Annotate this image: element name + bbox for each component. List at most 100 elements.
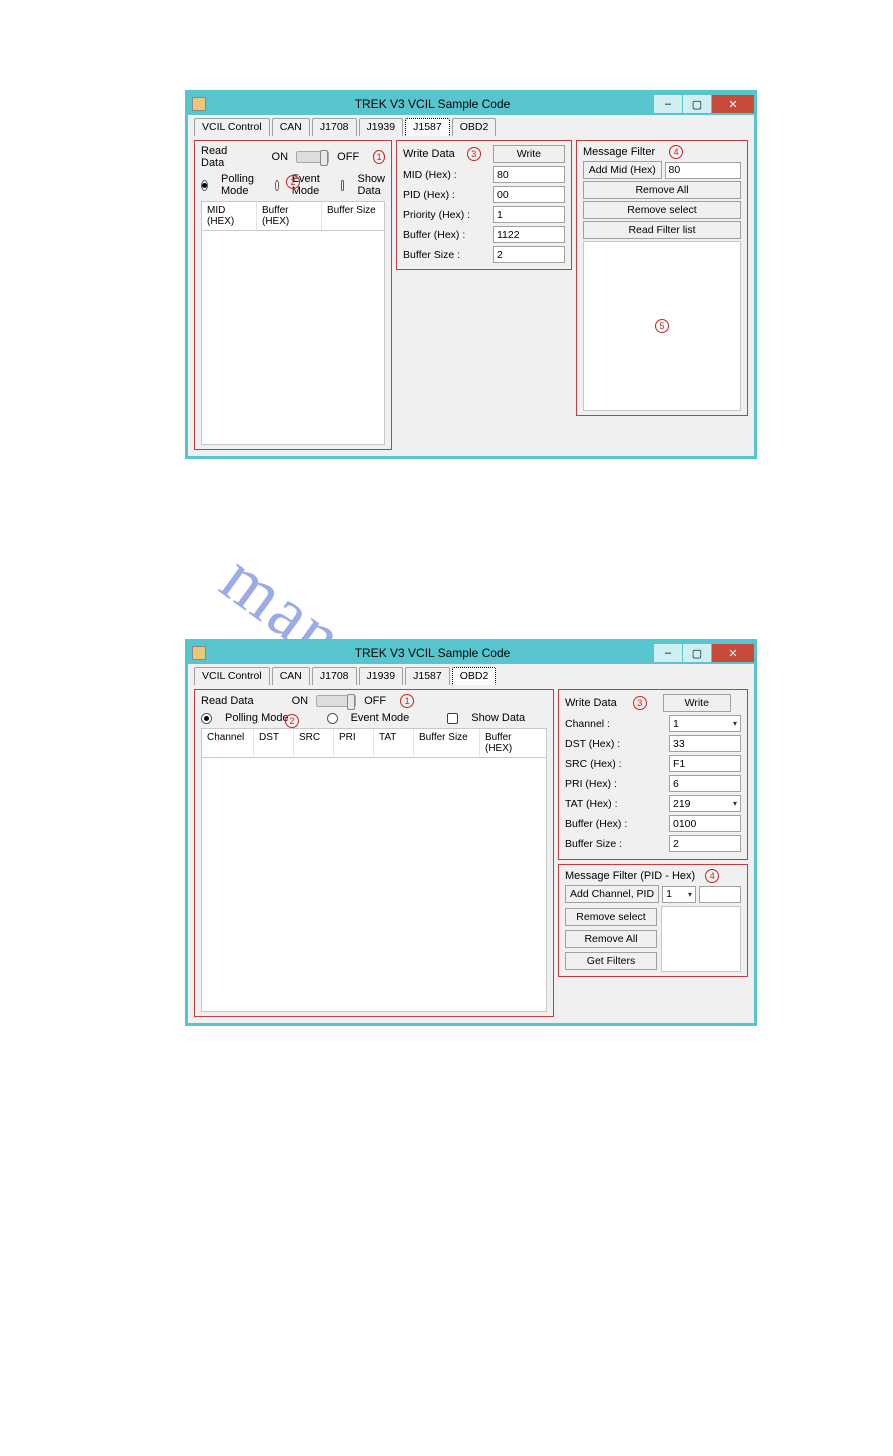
app-icon bbox=[192, 97, 206, 111]
read-list-body[interactable]: 2 bbox=[201, 231, 385, 445]
mid-input[interactable] bbox=[493, 166, 565, 183]
remove-all-button[interactable]: Remove All bbox=[565, 930, 657, 948]
message-filter-title: Message Filter bbox=[583, 146, 655, 158]
col-buffer-size[interactable]: Buffer Size bbox=[322, 202, 384, 230]
pri-label: PRI (Hex) : bbox=[565, 778, 669, 790]
read-data-label: Read Data bbox=[201, 145, 244, 169]
app-icon bbox=[192, 646, 206, 660]
buffer-size-label: Buffer Size : bbox=[403, 249, 493, 261]
tab-can[interactable]: CAN bbox=[272, 118, 310, 136]
tat-label: TAT (Hex) : bbox=[565, 798, 669, 810]
polling-mode-label: Polling Mode bbox=[221, 173, 254, 197]
buffer-label: Buffer (Hex) : bbox=[565, 818, 669, 830]
write-button[interactable]: Write bbox=[493, 145, 565, 163]
col-pri[interactable]: PRI bbox=[334, 729, 374, 757]
pid-input[interactable] bbox=[493, 186, 565, 203]
show-data-checkbox[interactable] bbox=[447, 713, 458, 724]
buffer-size-input[interactable] bbox=[493, 246, 565, 263]
tab-j1587[interactable]: J1587 bbox=[405, 667, 450, 685]
read-filter-list-button[interactable]: Read Filter list bbox=[583, 221, 741, 239]
add-mid-button[interactable]: Add Mid (Hex) bbox=[583, 161, 662, 179]
tat-select[interactable]: 219▾ bbox=[669, 795, 741, 812]
priority-label: Priority (Hex) : bbox=[403, 209, 493, 221]
annotation-1: 1 bbox=[400, 694, 414, 708]
filter-list[interactable] bbox=[661, 906, 741, 972]
titlebar[interactable]: TREK V3 VCIL Sample Code – ▢ ✕ bbox=[188, 642, 754, 664]
event-mode-label: Event Mode bbox=[351, 712, 410, 724]
tab-strip: VCIL Control CAN J1708 J1939 J1587 OBD2 bbox=[188, 664, 754, 685]
tab-j1939[interactable]: J1939 bbox=[359, 118, 404, 136]
remove-select-button[interactable]: Remove select bbox=[565, 908, 657, 926]
dst-input[interactable] bbox=[669, 735, 741, 752]
titlebar[interactable]: TREK V3 VCIL Sample Code – ▢ ✕ bbox=[188, 93, 754, 115]
polling-mode-radio[interactable] bbox=[201, 180, 208, 191]
col-buffer-size[interactable]: Buffer Size bbox=[414, 729, 480, 757]
close-button[interactable]: ✕ bbox=[712, 95, 754, 113]
src-input[interactable] bbox=[669, 755, 741, 772]
col-buffer-hex[interactable]: Buffer (HEX) bbox=[257, 202, 322, 230]
polling-mode-radio[interactable] bbox=[201, 713, 212, 724]
col-dst[interactable]: DST bbox=[254, 729, 294, 757]
priority-input[interactable] bbox=[493, 206, 565, 223]
chevron-down-icon: ▾ bbox=[688, 890, 692, 899]
tab-j1939[interactable]: J1939 bbox=[359, 667, 404, 685]
close-button[interactable]: ✕ bbox=[712, 644, 754, 662]
event-mode-radio[interactable] bbox=[275, 180, 279, 191]
read-data-label: Read Data bbox=[201, 695, 254, 707]
filter-channel-select[interactable]: 1▾ bbox=[662, 886, 696, 903]
chevron-down-icon: ▾ bbox=[733, 719, 737, 728]
annotation-5: 5 bbox=[655, 319, 669, 333]
tab-obd2[interactable]: OBD2 bbox=[452, 667, 497, 685]
col-mid[interactable]: MID (HEX) bbox=[202, 202, 257, 230]
add-mid-input[interactable] bbox=[665, 162, 742, 179]
annotation-1: 1 bbox=[373, 150, 385, 164]
col-channel[interactable]: Channel bbox=[202, 729, 254, 757]
tab-j1587[interactable]: J1587 bbox=[405, 118, 450, 136]
tab-vcil-control[interactable]: VCIL Control bbox=[194, 118, 270, 136]
remove-all-button[interactable]: Remove All bbox=[583, 181, 741, 199]
app-window-obd2: TREK V3 VCIL Sample Code – ▢ ✕ VCIL Cont… bbox=[185, 639, 757, 1026]
filter-list[interactable]: 5 bbox=[583, 241, 741, 411]
read-data-toggle[interactable] bbox=[316, 695, 356, 707]
annotation-2: 2 bbox=[285, 714, 299, 728]
show-data-checkbox[interactable] bbox=[341, 180, 345, 191]
minimize-button[interactable]: – bbox=[654, 644, 682, 662]
maximize-button[interactable]: ▢ bbox=[683, 95, 711, 113]
col-tat[interactable]: TAT bbox=[374, 729, 414, 757]
read-list-body[interactable]: 2 bbox=[201, 758, 547, 1012]
tab-can[interactable]: CAN bbox=[272, 667, 310, 685]
read-list-header: Channel DST SRC PRI TAT Buffer Size Buff… bbox=[201, 728, 547, 758]
remove-select-button[interactable]: Remove select bbox=[583, 201, 741, 219]
channel-select[interactable]: 1▾ bbox=[669, 715, 741, 732]
filter-pid-input[interactable] bbox=[699, 886, 741, 903]
read-data-toggle[interactable] bbox=[296, 151, 329, 163]
write-data-panel: Write Data 3 Write Channel :1▾ DST (Hex)… bbox=[558, 689, 748, 860]
minimize-button[interactable]: – bbox=[654, 95, 682, 113]
show-data-label: Show Data bbox=[471, 712, 525, 724]
dst-label: DST (Hex) : bbox=[565, 738, 669, 750]
buffer-size-input[interactable] bbox=[669, 835, 741, 852]
get-filters-button[interactable]: Get Filters bbox=[565, 952, 657, 970]
write-button[interactable]: Write bbox=[663, 694, 731, 712]
tab-j1708[interactable]: J1708 bbox=[312, 667, 357, 685]
window-title: TREK V3 VCIL Sample Code bbox=[212, 646, 653, 660]
off-label: OFF bbox=[364, 695, 386, 707]
annotation-3: 3 bbox=[467, 147, 481, 161]
annotation-3: 3 bbox=[633, 696, 647, 710]
maximize-button[interactable]: ▢ bbox=[683, 644, 711, 662]
buffer-input[interactable] bbox=[493, 226, 565, 243]
read-data-panel: Read Data ON OFF 1 Polling Mode Event Mo… bbox=[194, 140, 392, 450]
mid-label: MID (Hex) : bbox=[403, 169, 493, 181]
message-filter-title: Message Filter (PID - Hex) bbox=[565, 870, 695, 882]
pri-input[interactable] bbox=[669, 775, 741, 792]
buffer-input[interactable] bbox=[669, 815, 741, 832]
add-channel-pid-button[interactable]: Add Channel, PID bbox=[565, 885, 659, 903]
col-buffer-hex[interactable]: Buffer (HEX) bbox=[480, 729, 546, 757]
tab-j1708[interactable]: J1708 bbox=[312, 118, 357, 136]
show-data-label: Show Data bbox=[357, 173, 385, 197]
tab-obd2[interactable]: OBD2 bbox=[452, 118, 497, 136]
event-mode-radio[interactable] bbox=[327, 713, 338, 724]
tab-vcil-control[interactable]: VCIL Control bbox=[194, 667, 270, 685]
col-src[interactable]: SRC bbox=[294, 729, 334, 757]
tab-strip: VCIL Control CAN J1708 J1939 J1587 OBD2 bbox=[188, 115, 754, 136]
